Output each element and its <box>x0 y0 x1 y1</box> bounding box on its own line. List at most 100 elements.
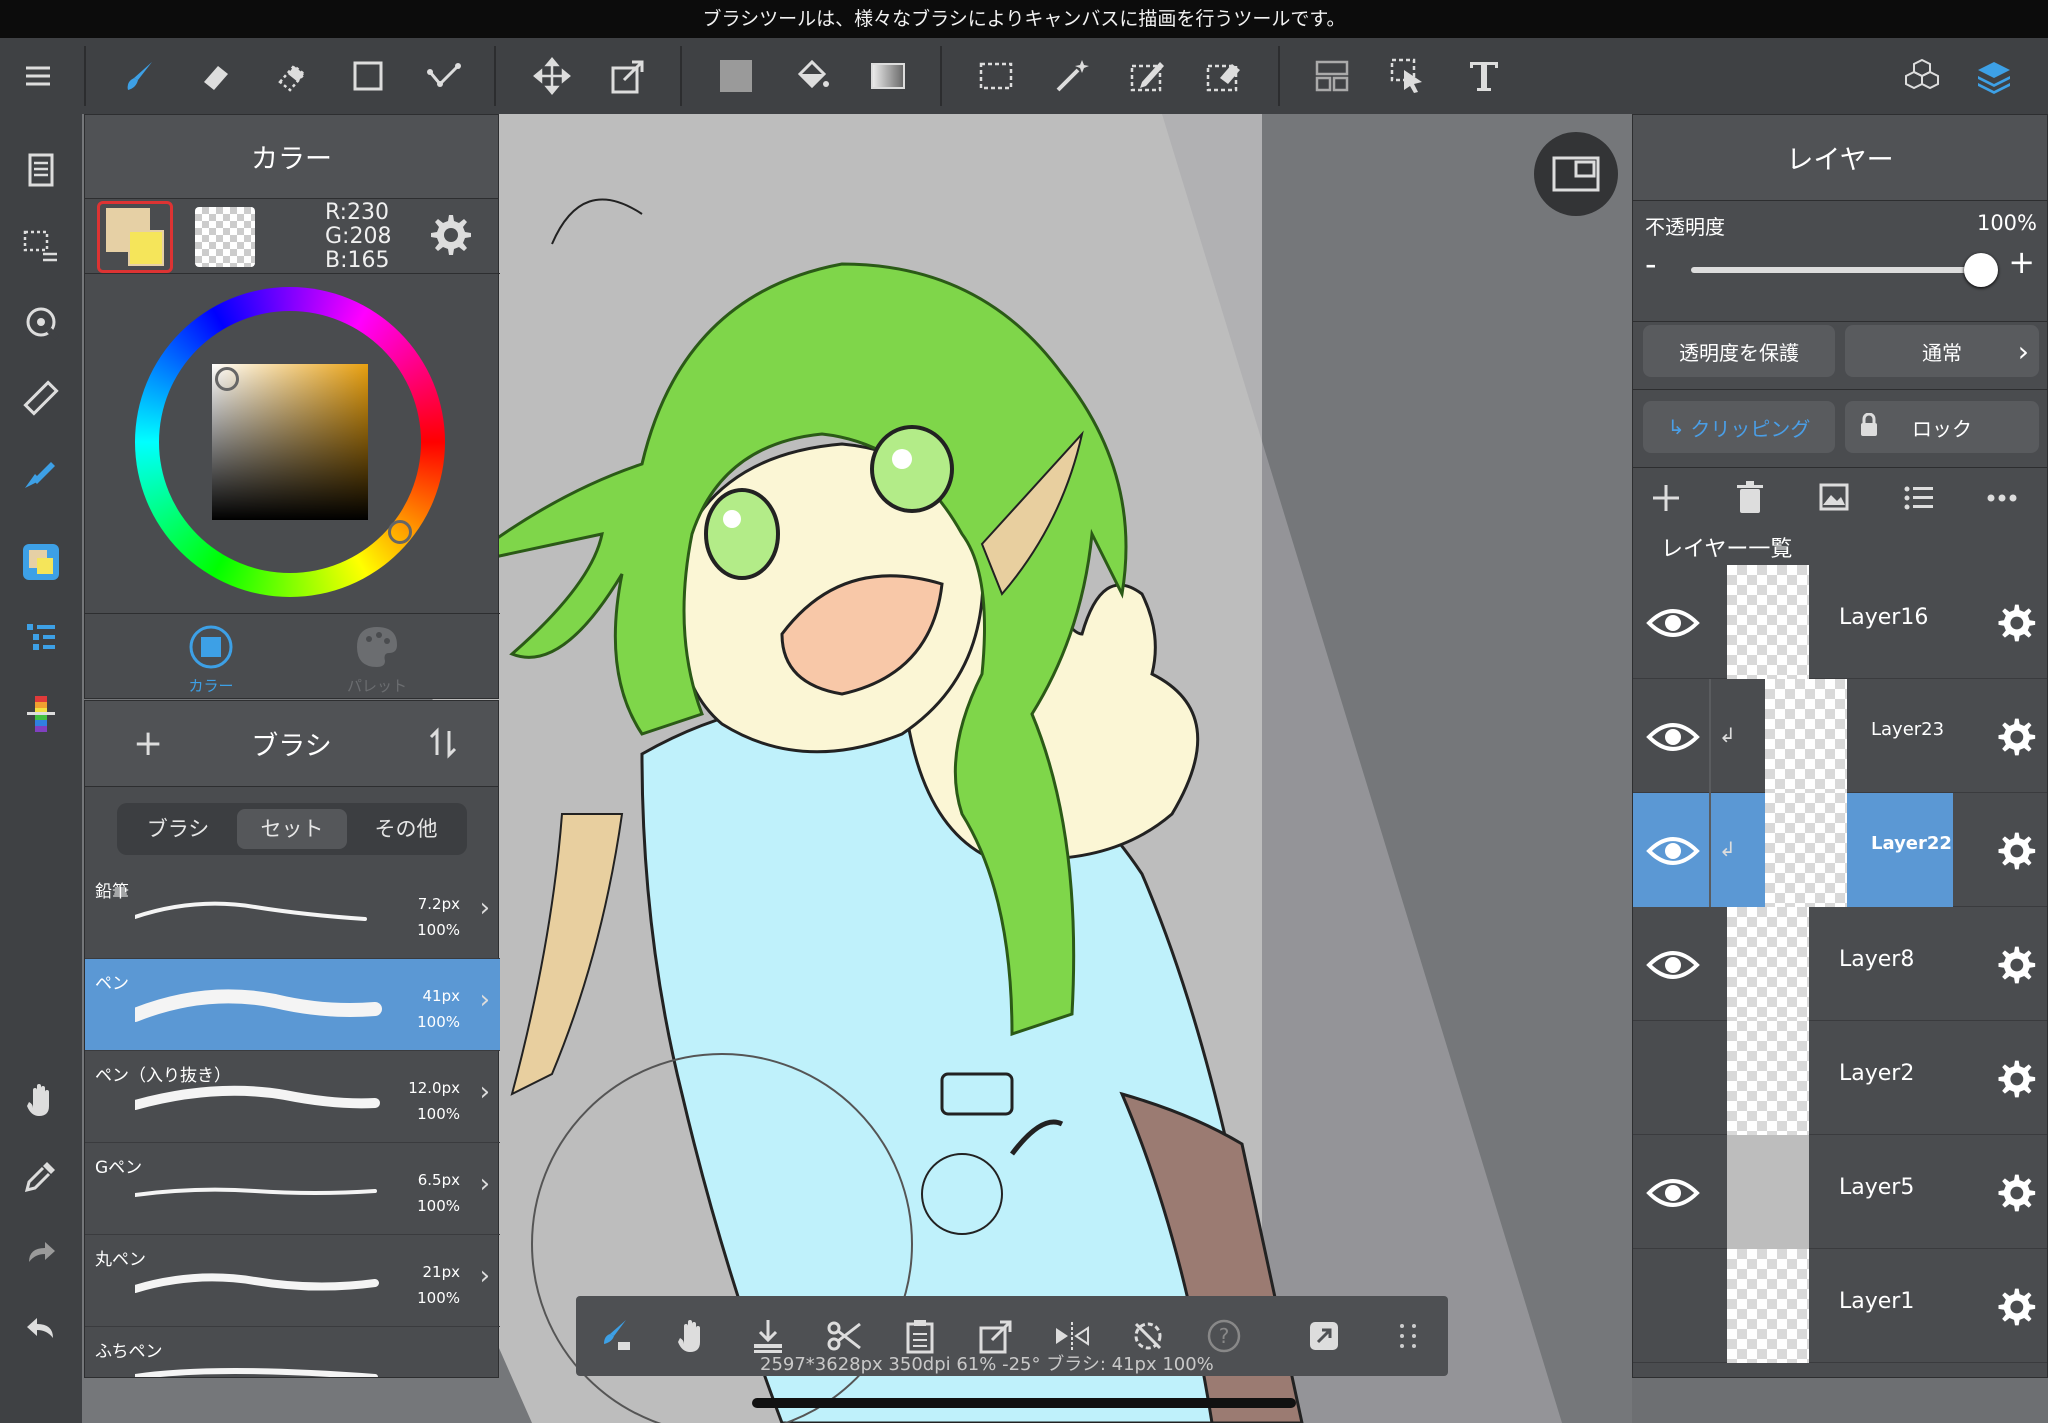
tab-set[interactable]: セット <box>237 809 347 849</box>
brush-stroke-path <box>135 989 382 1022</box>
eraser-icon[interactable] <box>188 48 244 104</box>
color-swatch-icon[interactable] <box>13 534 69 590</box>
hand-icon[interactable] <box>13 1072 69 1128</box>
opacity-slider[interactable] <box>1691 253 1998 287</box>
layer-list-icon[interactable] <box>13 610 69 666</box>
select-pen-icon[interactable] <box>1120 48 1176 104</box>
gear-icon[interactable] <box>1993 1171 2037 1215</box>
menu-icon[interactable] <box>10 48 66 104</box>
layers-icon[interactable] <box>1966 48 2022 104</box>
transform-icon[interactable] <box>600 48 656 104</box>
brush-icon[interactable] <box>112 48 168 104</box>
tab-palette[interactable]: パレット <box>317 623 437 699</box>
green-value: G:208 <box>325 224 392 249</box>
layer-row[interactable]: Layer5 <box>1633 1135 2047 1249</box>
blend-mode-button[interactable]: 通常 › <box>1845 325 2039 377</box>
list-icon[interactable] <box>1897 477 1939 519</box>
gear-icon[interactable] <box>425 211 473 259</box>
grip-icon[interactable] <box>1382 1310 1434 1362</box>
document-icon[interactable] <box>13 142 69 198</box>
eyedropper-icon[interactable] <box>13 1148 69 1204</box>
brush-item[interactable]: Gペン 6.5px 100% › <box>85 1143 500 1235</box>
palette-bar-icon[interactable] <box>13 686 69 742</box>
opacity-slider-knob[interactable] <box>1964 253 1998 287</box>
layer-row[interactable]: Layer1 <box>1633 1249 2047 1363</box>
eye-icon[interactable] <box>1645 595 1701 651</box>
redo-icon[interactable] <box>13 1224 69 1280</box>
magic-wand-icon[interactable] <box>1044 48 1100 104</box>
opacity-increase-button[interactable]: + <box>2008 243 2035 281</box>
chevron-right-icon[interactable]: › <box>480 893 490 923</box>
more-icon[interactable] <box>1981 477 2023 519</box>
bucket-icon[interactable] <box>784 48 840 104</box>
gear-icon[interactable] <box>1993 1285 2037 1329</box>
fill-color-icon[interactable] <box>708 48 764 104</box>
3d-icon[interactable] <box>1894 48 1950 104</box>
gear-icon[interactable] <box>1993 601 2037 645</box>
background-color-swatch[interactable] <box>195 207 255 267</box>
select-rect-icon[interactable] <box>968 48 1024 104</box>
brush-opacity: 100% <box>417 921 460 939</box>
opacity-decrease-button[interactable]: - <box>1645 245 1657 283</box>
canvas-info: 2597*3628px 350dpi 61% -25° ブラシ: 41px 10… <box>760 1354 1214 1375</box>
square-icon[interactable] <box>340 48 396 104</box>
eye-icon[interactable] <box>1645 823 1701 879</box>
text-icon[interactable] <box>1456 48 1512 104</box>
add-layer-icon[interactable] <box>1645 477 1687 519</box>
undo-icon[interactable] <box>13 1300 69 1356</box>
filter-icon[interactable] <box>1304 48 1360 104</box>
brush-eraser-toggle-icon[interactable] <box>590 1310 642 1362</box>
rotate-canvas-icon[interactable] <box>13 294 69 350</box>
select-move-icon[interactable] <box>1380 48 1436 104</box>
brush-item[interactable]: ふちペン <box>85 1327 500 1377</box>
chevron-right-icon[interactable]: › <box>480 985 490 1015</box>
chevron-right-icon[interactable]: › <box>480 1261 490 1291</box>
tab-other[interactable]: その他 <box>351 809 461 849</box>
gear-icon[interactable] <box>1993 829 2037 873</box>
foreground-color-swatch[interactable] <box>97 201 173 273</box>
chevron-right-icon[interactable]: › <box>480 1077 490 1107</box>
gear-icon[interactable] <box>1993 943 2037 987</box>
image-layer-icon[interactable] <box>1813 477 1855 519</box>
layer-row[interactable]: Layer16 <box>1633 565 2047 679</box>
gear-icon[interactable] <box>1993 1057 2037 1101</box>
brush-item[interactable]: ペン 41px 100% › <box>85 959 500 1051</box>
fill-tool-icon[interactable] <box>13 446 69 502</box>
share-icon[interactable] <box>1298 1310 1350 1362</box>
eye-hidden-icon[interactable] <box>1645 1051 1701 1107</box>
trash-icon[interactable] <box>1729 477 1771 519</box>
lock-button[interactable]: ロック <box>1845 401 2039 453</box>
blur-eraser-icon[interactable] <box>264 48 320 104</box>
layer-row[interactable]: ↲ Layer23 <box>1633 679 2047 793</box>
layer-row[interactable]: Layer8 <box>1633 907 2047 1021</box>
chevron-right-icon[interactable]: › <box>480 1169 490 1199</box>
selection-layer-icon[interactable] <box>13 218 69 274</box>
move-points-icon[interactable] <box>416 48 472 104</box>
fullscreen-button[interactable] <box>1534 132 1618 216</box>
tab-brush[interactable]: ブラシ <box>123 809 233 849</box>
sort-icon[interactable] <box>425 725 461 765</box>
gradient-icon[interactable] <box>860 48 916 104</box>
brush-opacity: 100% <box>417 1105 460 1123</box>
hue-wheel[interactable] <box>135 287 445 597</box>
add-icon[interactable]: + <box>133 723 163 764</box>
ruler-icon[interactable] <box>13 370 69 426</box>
clipping-button[interactable]: ↳ クリッピング <box>1643 401 1835 453</box>
select-eraser-icon[interactable] <box>1196 48 1252 104</box>
move-icon[interactable] <box>524 48 580 104</box>
protect-alpha-button[interactable]: 透明度を保護 <box>1643 325 1835 377</box>
hand-icon[interactable] <box>666 1310 718 1362</box>
eye-icon[interactable] <box>1645 937 1701 993</box>
eye-hidden-icon[interactable] <box>1645 1279 1701 1335</box>
brush-item[interactable]: ペン（入り抜き） 12.0px 100% › <box>85 1051 500 1143</box>
eye-icon[interactable] <box>1645 1165 1701 1221</box>
eye-icon[interactable] <box>1645 709 1701 765</box>
home-indicator[interactable] <box>752 1398 1296 1408</box>
tab-color[interactable]: カラー <box>151 623 271 699</box>
layer-row[interactable]: ↲ Layer22 <box>1633 793 2047 907</box>
gear-icon[interactable] <box>1993 715 2037 759</box>
brush-item[interactable]: 鉛筆 7.2px 100% › <box>85 867 500 959</box>
layer-thumbnail <box>1727 1135 1809 1249</box>
layer-row[interactable]: Layer2 <box>1633 1021 2047 1135</box>
brush-item[interactable]: 丸ペン 21px 100% › <box>85 1235 500 1327</box>
